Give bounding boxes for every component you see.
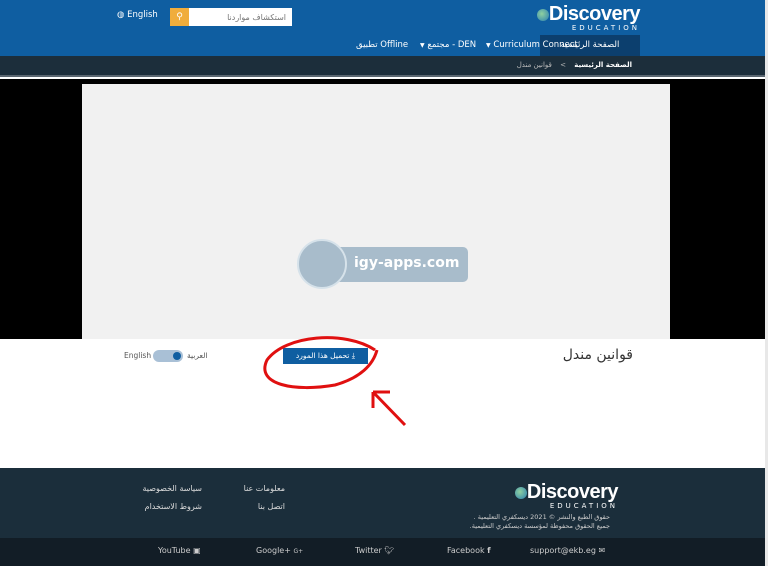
logo[interactable]: Discovery EDUCATION: [530, 4, 641, 32]
globe-logo-icon: [514, 486, 527, 499]
globe-icon: [297, 239, 347, 289]
nav-curriculum-connect[interactable]: ▼ Curriculum Connect: [478, 35, 586, 56]
toggle-arabic-label: العربية: [187, 351, 208, 360]
page-title: قوانين مندل: [562, 347, 633, 363]
breadcrumb-home[interactable]: الصفحة الرئيسية: [574, 61, 632, 69]
youtube-icon: ▣: [193, 546, 201, 555]
twitter-icon: 🐦︎: [384, 546, 395, 555]
toggle-knob: [173, 352, 181, 360]
footer-link-terms[interactable]: شروط الاستخدام: [145, 502, 202, 511]
header: ◍ English ⚲ الصفحة الرئيسية ▼ Curriculum…: [0, 0, 765, 56]
nav-offline-app[interactable]: تطبيق Offline: [348, 35, 416, 56]
googleplus-link[interactable]: Google+ G+: [256, 546, 303, 555]
twitter-link[interactable]: Twitter 🐦︎: [355, 546, 395, 555]
footer-logo: Discovery EDUCATION: [508, 482, 619, 510]
search-button[interactable]: ⚲: [170, 8, 189, 26]
googleplus-icon: G+: [293, 548, 304, 555]
footer: Discovery EDUCATION حقوق الطبع والنشر © …: [0, 468, 765, 538]
caret-down-icon: ▼: [486, 42, 491, 49]
video-frame[interactable]: igy-apps.com: [82, 84, 670, 339]
annotation-circle: [263, 336, 379, 390]
envelope-icon: ✉: [598, 546, 606, 555]
globe-icon: ◍: [117, 10, 125, 20]
breadcrumb-current: قوانين مندل: [516, 61, 552, 69]
email-link[interactable]: support@ekb.eg ✉: [530, 546, 605, 555]
language-toggle[interactable]: [153, 350, 183, 362]
breadcrumb-separator: >: [560, 61, 566, 69]
facebook-link[interactable]: Facebook f: [447, 546, 491, 555]
search-input[interactable]: [189, 8, 292, 26]
breadcrumb: الصفحة الرئيسية > قوانين مندل: [0, 56, 765, 77]
toggle-english-label: English: [124, 351, 152, 360]
footer-link-about[interactable]: معلومات عنا: [244, 484, 285, 493]
youtube-link[interactable]: YouTube ▣: [158, 546, 201, 555]
search-icon: ⚲: [176, 12, 183, 22]
watermark: igy-apps.com: [297, 239, 468, 289]
annotation-arrow: [371, 390, 407, 427]
copyright-line: جميع الحقوق محفوظة لمؤسسة ديسكفري التعلي…: [469, 522, 610, 530]
footer-link-privacy[interactable]: سياسة الخصوصية: [143, 484, 202, 493]
footer-link-contact[interactable]: اتصل بنا: [258, 502, 285, 511]
red-annotation: [263, 336, 407, 427]
copyright-line: حقوق الطبع والنشر © 2021 ديسكفري التعليم…: [473, 513, 610, 521]
globe-logo-icon: [536, 8, 549, 21]
nav-den-community[interactable]: ▼ مجتمع - DEN: [412, 35, 484, 56]
caret-down-icon: ▼: [420, 42, 425, 49]
language-switch[interactable]: ◍ English: [117, 10, 158, 20]
facebook-icon: f: [487, 546, 491, 555]
